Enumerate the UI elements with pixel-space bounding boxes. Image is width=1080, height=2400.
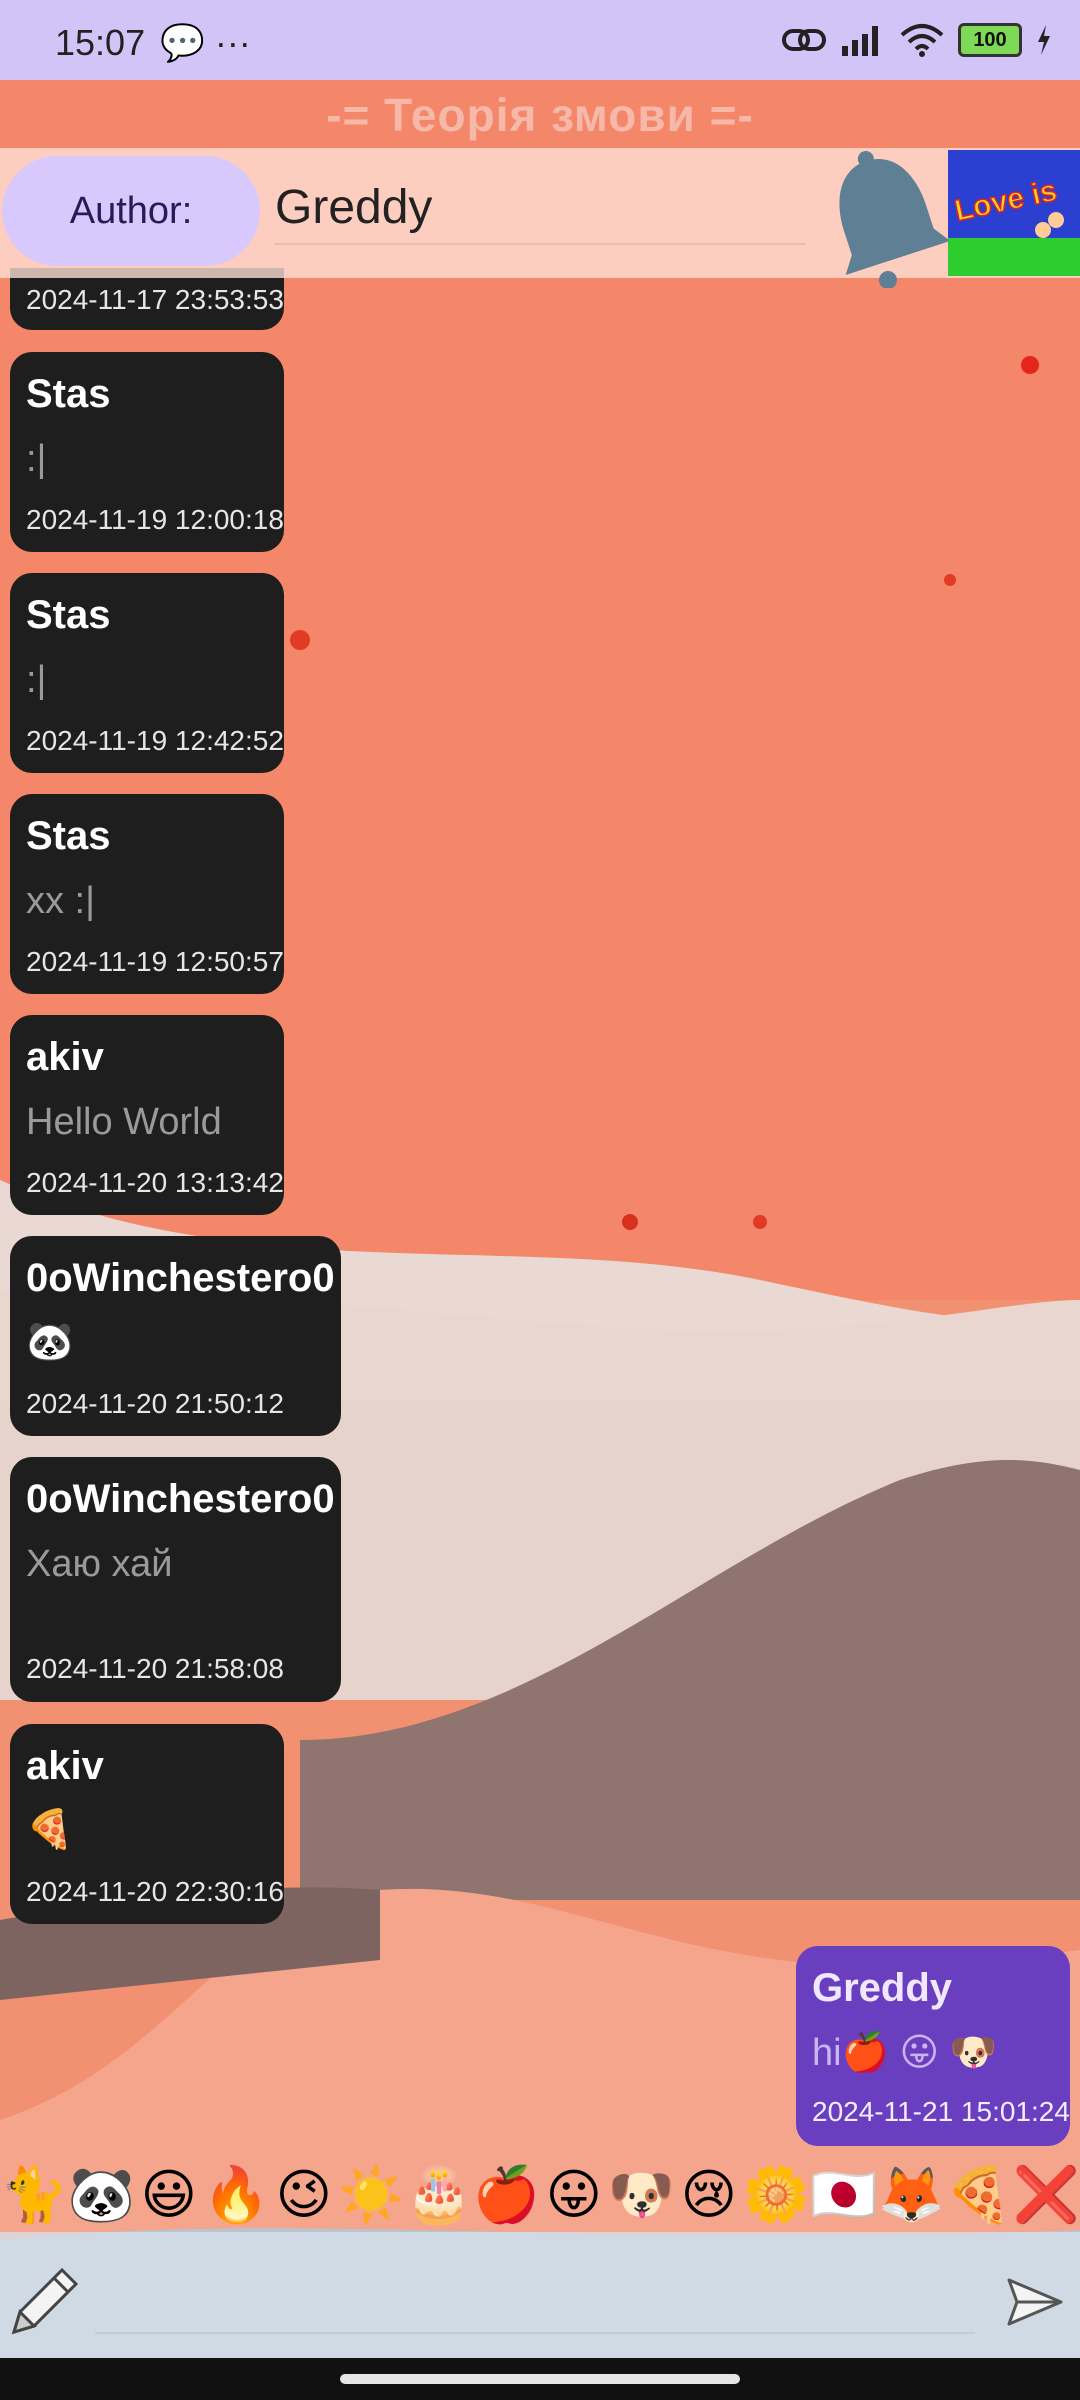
emoji-button[interactable]: 🇯🇵 [810, 2160, 878, 2230]
emoji-button[interactable]: 🍎 [473, 2160, 541, 2230]
message-time: 2024-11-20 13:13:42 [26, 1167, 284, 1198]
message-author: akiv [26, 1035, 104, 1079]
message-author: Stas [26, 814, 111, 858]
message-author: 0oWinchestero0 [26, 1477, 335, 1521]
system-navigation-bar [0, 2358, 1080, 2400]
signal-icon [842, 26, 878, 56]
message-bubble[interactable]: akiv Hello World 2024-11-20 13:13:42 [10, 1015, 284, 1215]
emoji-button[interactable]: 🐈 [0, 2160, 68, 2230]
message-text: :| [26, 438, 47, 480]
charging-icon [1038, 25, 1050, 55]
emoji-button[interactable]: 🎂 [405, 2160, 473, 2230]
message-text: 🍕 [26, 1809, 74, 1851]
author-name-field[interactable]: Greddy [275, 173, 805, 245]
clear-emoji-button[interactable]: ❌ [1013, 2160, 1080, 2230]
message-bubble[interactable]: 0oWinchestero0 🐼 2024-11-20 21:50:12 [10, 1236, 341, 1436]
emoji-button[interactable]: 😛 [540, 2160, 608, 2230]
emoji-button[interactable]: ☀️ [338, 2160, 406, 2230]
message-text: hi🍎 😛 🐶 [812, 2032, 997, 2074]
love-is-image[interactable]: Love is [948, 150, 1080, 276]
message-bubble[interactable]: Stas xx :| 2024-11-19 12:50:57 [10, 794, 284, 994]
message-bubble[interactable]: Stas :| 2024-11-19 12:00:18 [10, 352, 284, 552]
status-time: 15:07 [55, 22, 146, 63]
notification-icons: 💬 ··· [160, 22, 251, 63]
message-time: 2024-11-17 23:53:53 [26, 284, 284, 315]
message-time: 2024-11-20 21:50:12 [26, 1388, 284, 1419]
message-bubble[interactable]: Stas :| 2024-11-19 12:42:52 [10, 573, 284, 773]
send-icon[interactable] [1005, 2272, 1065, 2332]
message-time: 2024-11-19 12:50:57 [26, 946, 284, 977]
chat-title: -= Теорія змови =- [326, 89, 754, 141]
message-bubble[interactable]: 0oWinchestero0 Хаю хай 2024-11-20 21:58:… [10, 1457, 341, 1702]
message-time: 2024-11-19 12:42:52 [26, 725, 284, 756]
message-time: 2024-11-19 12:00:18 [26, 504, 284, 535]
message-author: 0oWinchestero0 [26, 1256, 335, 1300]
own-message-bubble[interactable]: Greddy hi🍎 😛 🐶 2024-11-21 15:01:24 [796, 1946, 1070, 2146]
message-text: Хаю хай [26, 1543, 173, 1585]
link-icon [782, 29, 826, 51]
message-bubble[interactable]: akiv 🍕 2024-11-20 22:30:16 [10, 1724, 284, 1924]
emoji-button[interactable]: 🦊 [878, 2160, 946, 2230]
message-text: 🐼 [26, 1321, 74, 1363]
status-bar: 15:07 💬 ··· 100 [0, 0, 1080, 80]
message-time: 2024-11-20 22:30:16 [26, 1876, 284, 1907]
emoji-button[interactable]: 🐼 [68, 2160, 136, 2230]
battery-icon: 100 [958, 23, 1022, 57]
message-author: akiv [26, 1744, 104, 1788]
emoji-button[interactable]: 😃 [135, 2160, 203, 2230]
message-author: Stas [26, 593, 111, 637]
bell-icon[interactable] [820, 148, 950, 288]
status-right-icons: 100 [782, 18, 1052, 62]
emoji-button[interactable]: 🔥 [203, 2160, 271, 2230]
message-text: :| [26, 659, 47, 701]
emoji-button[interactable]: 😢 [675, 2160, 743, 2230]
emoji-button[interactable]: 🍕 [945, 2160, 1013, 2230]
message-input-bar [0, 2232, 1080, 2358]
message-author: Greddy [812, 1966, 953, 2010]
message-time: 2024-11-21 15:01:24 [812, 2096, 1070, 2127]
message-text: xx :| [26, 880, 95, 922]
message-input[interactable] [95, 2252, 975, 2334]
emoji-button[interactable]: 🌼 [743, 2160, 811, 2230]
emoji-picker-bar: 🐈 🐼 😃 🔥 😉 ☀️ 🎂 🍎 😛 🐶 😢 🌼 🇯🇵 🦊 🍕 ❌ [0, 2160, 1080, 2230]
message-time: 2024-11-20 21:58:08 [26, 1653, 284, 1684]
message-author: Stas [26, 372, 111, 416]
home-gesture-handle[interactable] [340, 2374, 740, 2384]
author-button[interactable]: Author: [2, 156, 260, 266]
emoji-button[interactable]: 😉 [270, 2160, 338, 2230]
wifi-icon [900, 24, 944, 57]
emoji-button[interactable]: 🐶 [608, 2160, 676, 2230]
pencil-icon[interactable] [6, 2260, 86, 2340]
message-text: Hello World [26, 1101, 222, 1143]
